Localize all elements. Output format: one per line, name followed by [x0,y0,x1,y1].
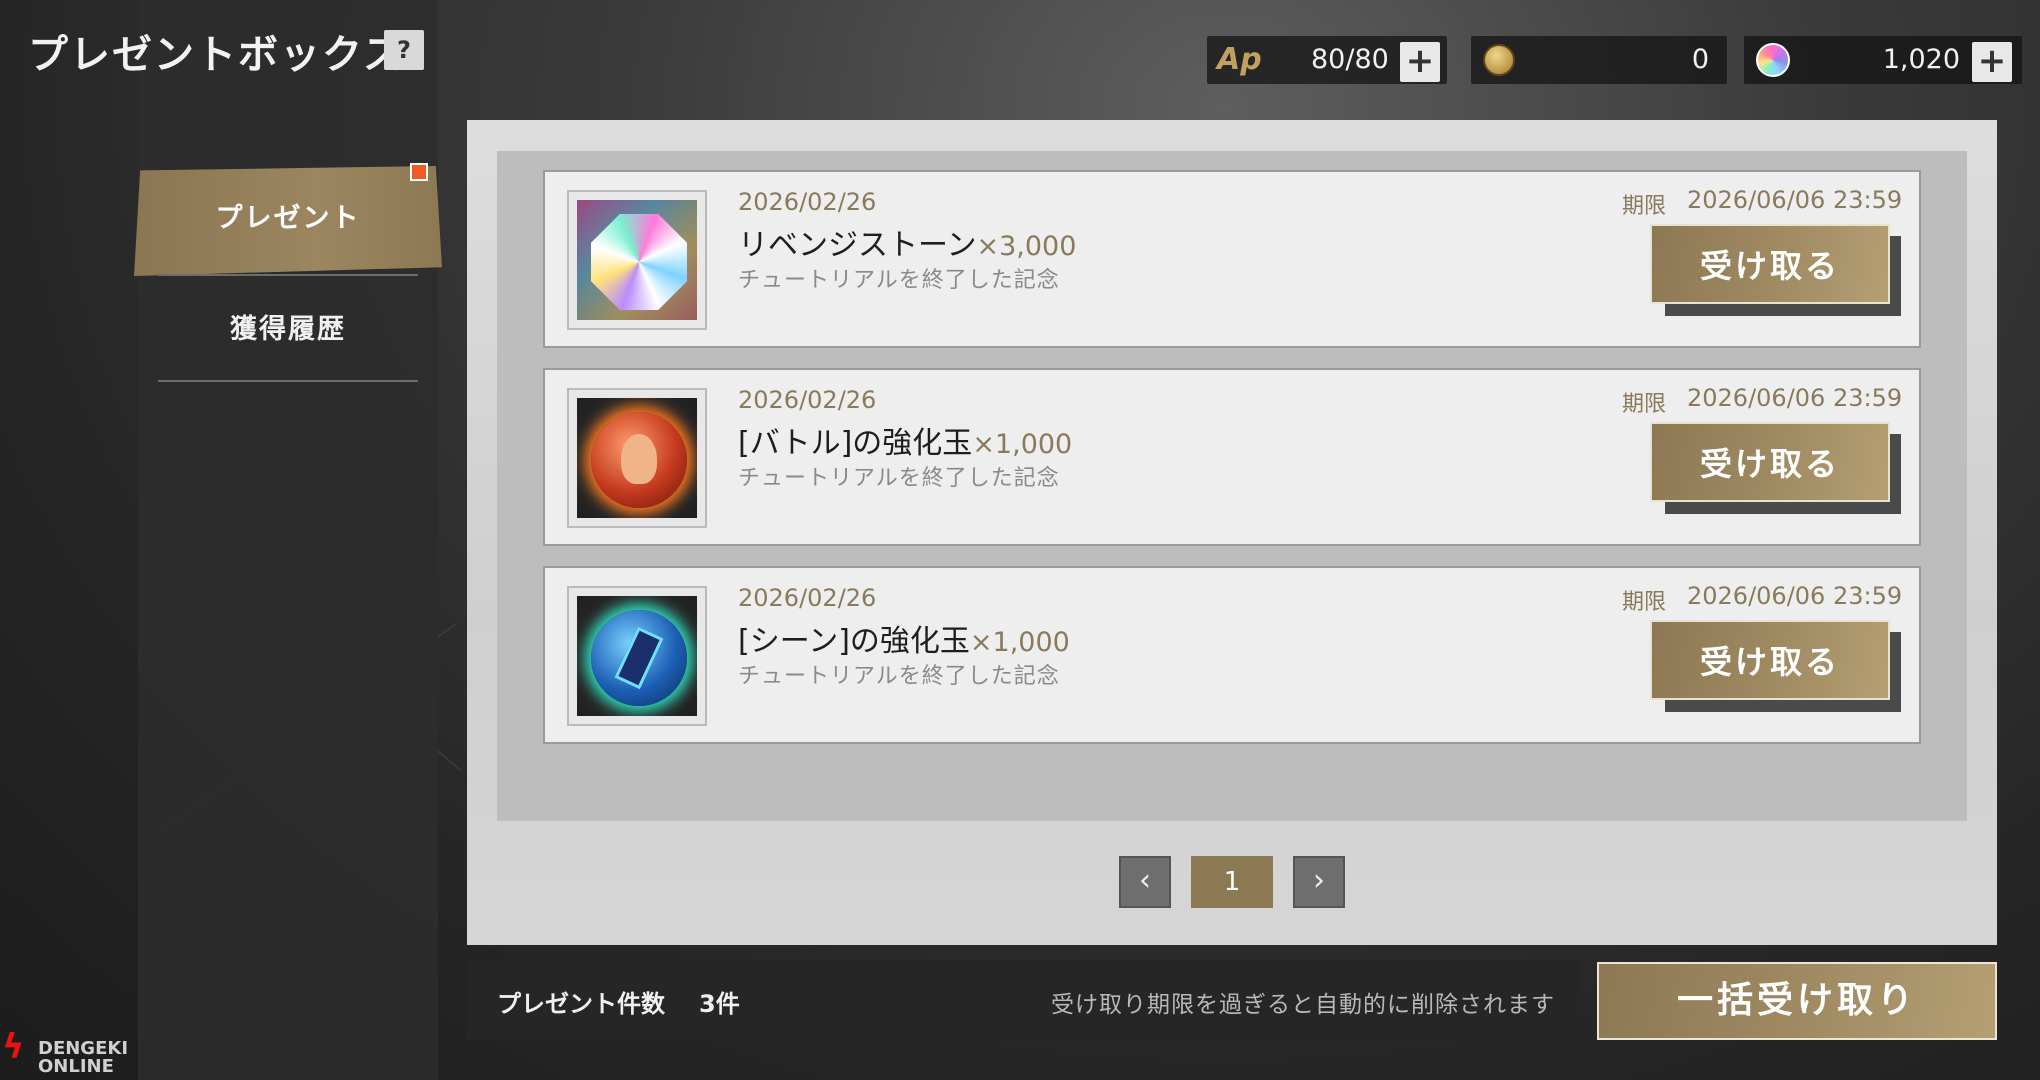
next-page-button[interactable]: › [1293,856,1345,908]
expiry-notice: 受け取り期限を過ぎると自動的に削除されます [1051,992,1555,1018]
item-name: リベンジストーン [738,228,977,263]
gem-add-button[interactable]: + [1972,42,2012,82]
gem-counter: 1,020 + [1744,36,2022,84]
item-quantity: ×3,000 [976,231,1077,262]
sidebar [138,0,438,1080]
present-date: 2026/02/26 [738,188,877,216]
present-card: 2026/02/26 [バトル]の強化玉×1,000 チュートリアルを終了した記… [543,368,1921,546]
item-thumbnail [567,388,707,528]
item-quantity: ×1,000 [969,627,1070,658]
sidebar-item-history[interactable]: 獲得履歴 [138,300,438,360]
present-count-label: プレゼント件数 [497,990,665,1018]
present-count-value: 3件 [699,990,740,1018]
receive-button[interactable]: 受け取る [1650,224,1890,304]
current-page[interactable]: 1 [1191,856,1273,908]
revenge-stone-icon [591,214,687,310]
battle-orb-icon [591,412,687,508]
help-button[interactable]: ? [384,30,424,70]
expiry-label: 期限 [1622,590,1667,615]
present-card: 2026/02/26 [シーン]の強化玉×1,000 チュートリアルを終了した記… [543,566,1921,744]
ap-value: 80/80 [1311,44,1389,75]
item-thumbnail [567,586,707,726]
receive-all-button[interactable]: 一括受け取り [1597,962,1997,1040]
scene-orb-icon [591,610,687,706]
present-note: チュートリアルを終了した記念 [738,466,1060,491]
present-date: 2026/02/26 [738,584,877,612]
footer-bar: プレゼント件数 3件 受け取り期限を過ぎると自動的に削除されます [467,960,1581,1040]
present-name: [バトル]の強化玉×1,000 [738,418,1072,462]
expiry-value: 2026/06/06 23:59 [1687,186,1903,214]
present-note: チュートリアルを終了した記念 [738,268,1060,293]
receive-button[interactable]: 受け取る [1650,620,1890,700]
ap-add-button[interactable]: + [1400,42,1440,82]
item-thumbnail [567,190,707,330]
item-name: [シーン]の強化玉 [738,624,970,659]
lightning-icon: ϟ [2,1027,25,1067]
notification-badge [410,163,428,181]
gem-value: 1,020 [1882,44,1960,75]
coin-value: 0 [1691,44,1709,75]
sidebar-divider [158,274,418,276]
item-quantity: ×1,000 [972,429,1073,460]
coin-icon [1483,44,1515,76]
ap-counter: Ap 80/80 + [1207,36,1447,84]
ap-icon: Ap [1217,42,1262,77]
present-note: チュートリアルを終了した記念 [738,664,1060,689]
coin-counter: 0 [1471,36,1727,84]
gem-icon [1756,43,1790,77]
watermark-line2: ONLINE [38,1056,114,1077]
prev-page-button[interactable]: ‹ [1119,856,1171,908]
present-card: 2026/02/26 リベンジストーン×3,000 チュートリアルを終了した記念… [543,170,1921,348]
page-title: プレゼントボックス [28,31,405,78]
expiry-value: 2026/06/06 23:59 [1687,384,1903,412]
present-date: 2026/02/26 [738,386,877,414]
expiry-label: 期限 [1622,392,1667,417]
expiry-value: 2026/06/06 23:59 [1687,582,1903,610]
expiry-label: 期限 [1622,194,1667,219]
sidebar-item-presents[interactable]: プレゼント [134,166,442,276]
present-name: [シーン]の強化玉×1,000 [738,616,1070,660]
receive-button[interactable]: 受け取る [1650,422,1890,502]
present-name: リベンジストーン×3,000 [738,220,1076,264]
item-name: [バトル]の強化玉 [738,426,973,461]
sidebar-divider [158,380,418,382]
